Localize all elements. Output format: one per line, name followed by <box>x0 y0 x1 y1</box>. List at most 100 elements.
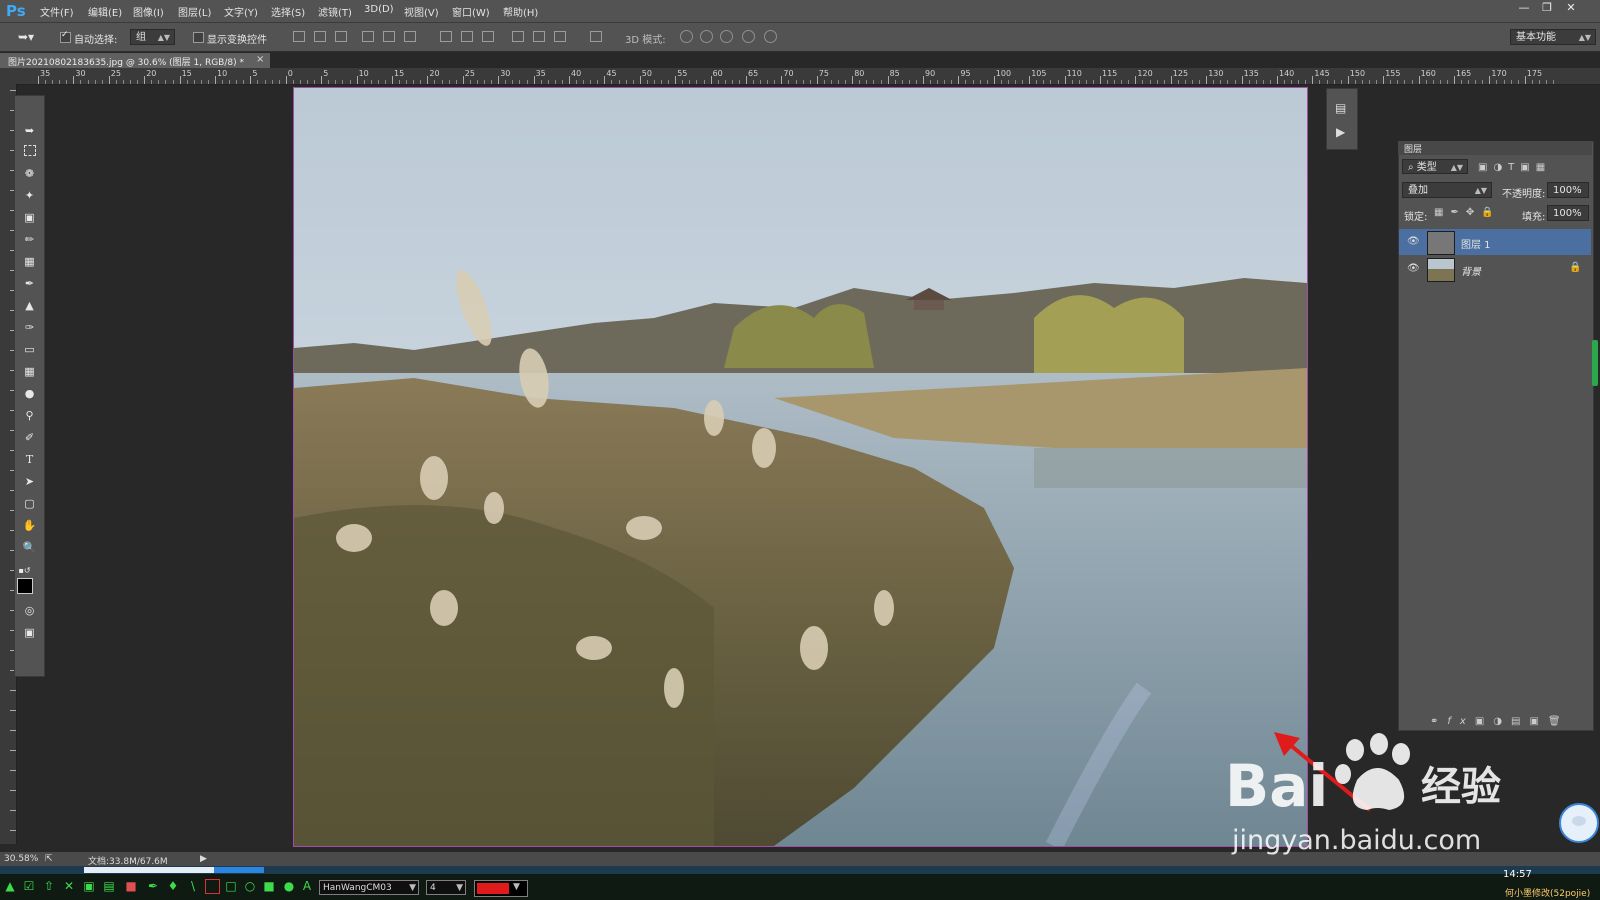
align-icon[interactable] <box>482 31 494 42</box>
align-icon[interactable] <box>533 31 545 42</box>
fill-field[interactable]: 100% <box>1547 205 1589 221</box>
taskbar-tool-icon[interactable]: \ <box>186 879 200 893</box>
taskbar-tool-icon[interactable]: ☑ <box>22 879 36 893</box>
align-icon[interactable] <box>554 31 566 42</box>
minimize-icon[interactable]: — <box>1515 1 1533 15</box>
taskbar-tool-icon[interactable]: ♦ <box>166 879 180 893</box>
document-canvas[interactable] <box>293 87 1308 847</box>
layers-footer-icons[interactable]: ⚭fx▣◑▤▣🗑 <box>1430 716 1570 727</box>
3d-mode-icon[interactable] <box>764 30 777 43</box>
actions-play-icon[interactable]: ▶ <box>1336 125 1345 139</box>
move-tool-icon[interactable]: ➥ <box>22 124 37 138</box>
align-icon[interactable] <box>383 31 395 42</box>
zoom-tool-icon[interactable]: 🔍 <box>22 541 37 555</box>
menu-item-7[interactable]: 3D(D) <box>364 4 394 15</box>
layer-filter-icons[interactable]: ▣◑T▣▦ <box>1478 162 1551 173</box>
history-brush-tool-icon[interactable]: ✑ <box>22 321 37 335</box>
assistant-avatar[interactable] <box>1559 803 1599 843</box>
visibility-eye-icon[interactable]: 👁 <box>1407 263 1420 274</box>
menu-item-0[interactable]: 文件(F) <box>40 4 74 19</box>
hand-tool-icon[interactable]: ✋ <box>22 519 37 533</box>
blur-tool-icon[interactable]: ● <box>22 387 37 401</box>
type-tool-icon[interactable]: T <box>22 453 37 467</box>
lasso-tool-icon[interactable]: ❁ <box>22 167 37 181</box>
foreground-color-swatch[interactable] <box>17 578 33 594</box>
crop-tool-icon[interactable]: ▣ <box>22 211 37 225</box>
taskbar-tool-icon[interactable]: ⇧ <box>42 879 56 893</box>
auto-select-dropdown[interactable]: 组 ▲▼ <box>130 29 175 45</box>
3d-mode-icon[interactable] <box>742 30 755 43</box>
layer-filter-dropdown[interactable]: ⌕ 类型 ▲▼ <box>1402 159 1468 174</box>
menu-item-4[interactable]: 文字(Y) <box>224 4 258 19</box>
align-icon[interactable] <box>512 31 524 42</box>
layers-tab-label[interactable]: 图层 <box>1404 142 1422 155</box>
3d-mode-icon[interactable] <box>680 30 693 43</box>
auto-select-checkbox[interactable]: ✓ <box>60 30 71 43</box>
line-tool-icon[interactable] <box>205 879 220 894</box>
close-icon[interactable]: ✕ <box>1562 1 1580 15</box>
color-picker[interactable]: ▼ <box>474 880 528 897</box>
menu-item-1[interactable]: 编辑(E) <box>88 4 122 19</box>
align-icon[interactable] <box>440 31 452 42</box>
brush-tool-icon[interactable]: ✒ <box>22 277 37 291</box>
layer-row-layer1[interactable]: 👁 图层 1 <box>1399 229 1591 255</box>
dodge-tool-icon[interactable]: ⚲ <box>22 409 37 423</box>
size-field[interactable]: 4 ▼ <box>426 880 466 895</box>
status-menu-arrow-icon[interactable]: ▶ <box>200 854 207 864</box>
vertical-scrollbar[interactable] <box>1592 340 1598 386</box>
align-icon[interactable] <box>404 31 416 42</box>
eyedropper-tool-icon[interactable]: ✏ <box>22 233 37 247</box>
menu-item-9[interactable]: 窗口(W) <box>452 4 490 19</box>
swap-colors-icon[interactable]: ▪↺ <box>17 564 32 578</box>
menu-item-3[interactable]: 图层(L) <box>178 4 211 19</box>
menu-item-5[interactable]: 选择(S) <box>271 4 305 19</box>
healing-brush-tool-icon[interactable]: ▦ <box>22 255 37 269</box>
gradient-tool-icon[interactable]: ▦ <box>22 365 37 379</box>
tab-close-icon[interactable]: × <box>256 54 264 65</box>
move-tool-icon[interactable]: ➥▾ <box>18 30 34 44</box>
history-panel-icon[interactable]: ▤ <box>1335 101 1346 115</box>
3d-mode-icon[interactable] <box>720 30 733 43</box>
taskbar-tool-icon[interactable]: ▲ <box>3 879 17 893</box>
taskbar-tool-icon[interactable]: □ <box>224 879 238 893</box>
screen-mode-icon[interactable]: ▣ <box>22 626 37 640</box>
align-icon[interactable] <box>335 31 347 42</box>
font-field[interactable]: HanWangCM03 ▼ <box>319 880 419 895</box>
align-icon[interactable] <box>362 31 374 42</box>
taskbar-tool-icon[interactable]: ○ <box>243 879 257 893</box>
path-selection-tool-icon[interactable]: ➤ <box>22 475 37 489</box>
marquee-tool-icon[interactable] <box>22 145 37 159</box>
taskbar-tool-icon[interactable]: A <box>300 879 314 893</box>
taskbar-tool-icon[interactable]: ▤ <box>102 879 116 893</box>
taskbar-tool-icon[interactable]: ● <box>282 879 296 893</box>
align-icon[interactable] <box>293 31 305 42</box>
align-icon[interactable] <box>590 31 602 42</box>
opacity-field[interactable]: 100% <box>1547 182 1589 198</box>
pen-tool-icon[interactable]: ✐ <box>22 431 37 445</box>
align-icon[interactable] <box>461 31 473 42</box>
lock-icons[interactable]: ▦✒✥🔒 <box>1434 207 1501 218</box>
quick-mask-icon[interactable]: ◎ <box>22 604 37 618</box>
rectangle-tool-icon[interactable]: ▢ <box>22 497 37 511</box>
visibility-eye-icon[interactable]: 👁 <box>1407 236 1420 247</box>
taskbar-tool-icon[interactable]: ■ <box>124 879 138 893</box>
taskbar-tool-icon[interactable]: ✒ <box>146 879 160 893</box>
show-transform-checkbox[interactable] <box>193 32 204 43</box>
zoom-level[interactable]: 30.58% <box>4 854 38 864</box>
menu-item-6[interactable]: 滤镜(T) <box>318 4 352 19</box>
magic-wand-tool-icon[interactable]: ✦ <box>22 189 37 203</box>
menu-item-8[interactable]: 视图(V) <box>404 4 439 19</box>
workspace-dropdown[interactable]: 基本功能 ▲▼ <box>1510 29 1596 45</box>
clone-stamp-tool-icon[interactable]: ▲ <box>22 299 37 313</box>
restore-icon[interactable]: ❐ <box>1538 1 1556 15</box>
3d-mode-icon[interactable] <box>700 30 713 43</box>
blend-mode-dropdown[interactable]: 叠加 ▲▼ <box>1402 182 1492 198</box>
export-icon[interactable]: ⇱ <box>45 854 53 864</box>
align-icon[interactable] <box>314 31 326 42</box>
layer-row-background[interactable]: 👁 背景 🔒 <box>1399 256 1591 282</box>
menu-item-10[interactable]: 帮助(H) <box>503 4 538 19</box>
taskbar-tool-icon[interactable]: ▣ <box>82 879 96 893</box>
eraser-tool-icon[interactable]: ▭ <box>22 343 37 357</box>
taskbar-tool-icon[interactable]: ■ <box>262 879 276 893</box>
taskbar-tool-icon[interactable]: ✕ <box>62 879 76 893</box>
